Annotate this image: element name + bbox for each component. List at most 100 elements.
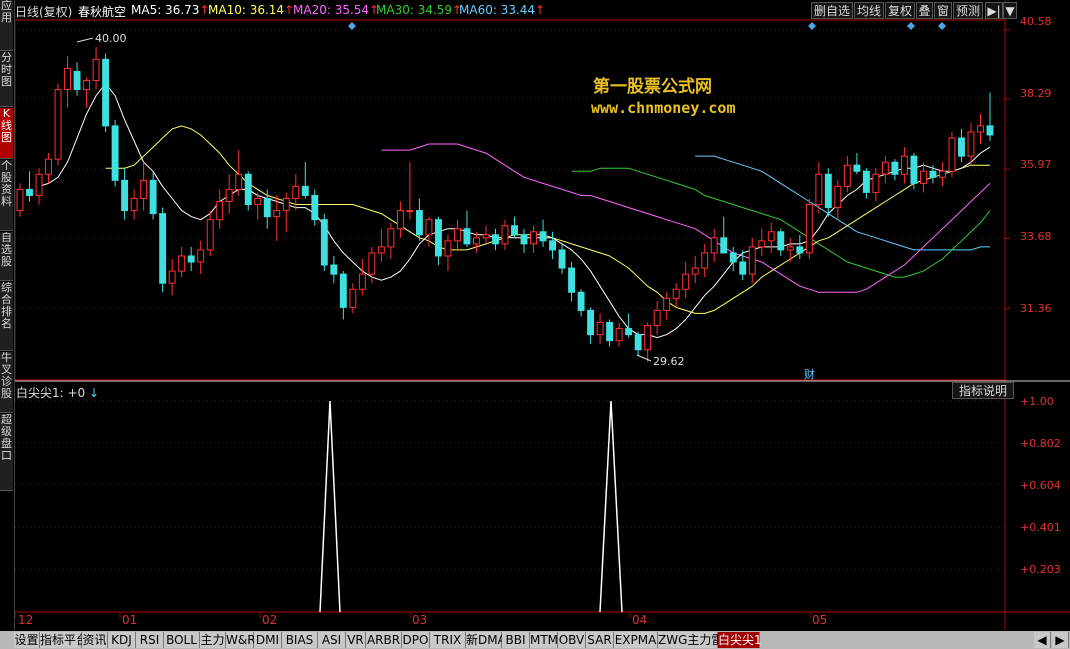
- tab-22[interactable]: 白尖尖1: [718, 632, 762, 648]
- toolbar-dropdown-icon[interactable]: ▼: [1003, 2, 1017, 19]
- candle-body: [206, 219, 214, 251]
- candle-body: [396, 210, 404, 230]
- indicator-tick: +0.604: [1020, 479, 1061, 492]
- ma5-line: [38, 82, 991, 339]
- candle-body: [758, 240, 766, 248]
- toolbar-button-3[interactable]: 叠: [916, 2, 933, 19]
- indicator-tabs: 设置 指标平台 资讯 KDJ RSI BOLL 主力 W&R DMI BIAS ASI VR ARBR D…: [0, 631, 1070, 649]
- tab-17[interactable]: MTM: [530, 632, 558, 648]
- candle-body: [26, 188, 33, 196]
- candle-body: [939, 170, 946, 178]
- month-label: 05: [812, 613, 828, 627]
- tab-scroll-right-icon[interactable]: ▶: [1052, 632, 1069, 648]
- candle-body: [121, 179, 129, 212]
- tab-6[interactable]: 主力: [200, 632, 226, 648]
- toolbar-button-4[interactable]: 窗: [934, 2, 952, 19]
- ma60-label: MA60: 33.44↑: [459, 3, 546, 17]
- tab-20[interactable]: EXPMA: [614, 632, 658, 648]
- candle-body: [748, 246, 756, 275]
- candle-body: [900, 155, 908, 175]
- indicator-tick: +0.802: [1020, 437, 1061, 450]
- nav-end-button[interactable]: ▶|: [985, 2, 1003, 19]
- tab-scroll-left-icon[interactable]: ◀: [1034, 632, 1051, 648]
- indicator-help-button[interactable]: 指标说明: [952, 382, 1014, 399]
- sidebar-item-1[interactable]: 分时图: [0, 52, 13, 107]
- candle-body: [530, 231, 537, 245]
- candle-body: [929, 170, 937, 178]
- tab-12[interactable]: ARBR: [366, 632, 402, 648]
- tab-19[interactable]: SAR: [586, 632, 614, 648]
- sidebar-item-5[interactable]: 综合排名: [0, 282, 13, 351]
- indicator-spike: [319, 400, 341, 613]
- ma30-label: MA30: 34.59↑: [376, 3, 463, 17]
- period-label[interactable]: 日线(复权): [15, 3, 72, 20]
- high-annotation: 40.00: [95, 32, 127, 45]
- tab-3[interactable]: KDJ: [108, 632, 136, 648]
- tab-11[interactable]: VR: [346, 632, 366, 648]
- tab-10[interactable]: ASI: [318, 632, 346, 648]
- tab-4[interactable]: RSI: [136, 632, 164, 648]
- tab-7[interactable]: W&R: [226, 632, 256, 648]
- sidebar-item-2[interactable]: K线图: [0, 108, 13, 159]
- diamond-marker-icon: [348, 22, 356, 30]
- indicator-title: 白尖尖1: +0 ↓: [16, 386, 100, 400]
- candle-body: [644, 325, 652, 351]
- tab-18[interactable]: OBV: [558, 632, 586, 648]
- tab-13[interactable]: DPO: [402, 632, 430, 648]
- candle-body: [225, 188, 233, 203]
- tab-16[interactable]: BBI: [502, 632, 530, 648]
- diamond-marker-icon: [907, 22, 915, 30]
- tab-2[interactable]: 资讯: [82, 632, 108, 648]
- candle-body: [663, 297, 671, 311]
- candle-body: [387, 228, 395, 248]
- candle-body: [558, 249, 566, 269]
- candle-body: [235, 173, 243, 190]
- candle-body: [273, 210, 281, 218]
- candle-body: [492, 234, 499, 245]
- toolbar-button-1[interactable]: 均线: [854, 2, 884, 19]
- indicator-tick: +0.401: [1020, 521, 1061, 534]
- left-sidebar: 应用 分时图 K线图 个股资料 自选股 综合排名 牛叉诊股 超级盘口: [0, 0, 15, 630]
- sidebar-item-0[interactable]: 应用: [0, 0, 13, 51]
- tab-8[interactable]: DMI: [254, 632, 282, 648]
- candle-body: [805, 204, 813, 254]
- tab-21[interactable]: ZWG主力雷达: [658, 632, 735, 648]
- candle-body: [834, 185, 842, 209]
- candle-body: [891, 161, 899, 175]
- candle-body: [292, 185, 300, 199]
- tab-1[interactable]: 指标平台: [40, 632, 88, 648]
- toolbar-button-2[interactable]: 复权: [885, 2, 915, 19]
- finance-marker[interactable]: 财: [804, 366, 815, 382]
- tab-5[interactable]: BOLL: [164, 632, 200, 648]
- candle-body: [244, 173, 252, 206]
- sidebar-item-3[interactable]: 个股资料: [0, 160, 13, 231]
- sidebar-item-4[interactable]: 自选股: [0, 232, 13, 281]
- toolbar-button-5[interactable]: 预测: [953, 2, 983, 19]
- diamond-marker-icon: [808, 22, 816, 30]
- candle-body: [967, 131, 975, 157]
- candle-body: [520, 234, 528, 245]
- tab-9[interactable]: BIAS: [282, 632, 318, 648]
- toolbar-button-0[interactable]: 删自选: [811, 2, 853, 19]
- candle-body: [634, 334, 642, 351]
- candle-body: [767, 231, 775, 242]
- sidebar-item-6[interactable]: 牛叉诊股: [0, 352, 13, 413]
- tab-0[interactable]: 设置: [14, 632, 40, 648]
- candle-body: [178, 255, 186, 272]
- sidebar-item-7[interactable]: 超级盘口: [0, 414, 13, 491]
- tab-15[interactable]: 新DMA: [466, 632, 506, 648]
- candle-body: [986, 125, 994, 136]
- high-leader-line: [76, 37, 94, 43]
- price-tick: 31.36: [1020, 302, 1052, 315]
- candle-body: [406, 210, 414, 213]
- candle-body: [149, 179, 157, 215]
- price-tick: 35.97: [1020, 158, 1052, 171]
- candle-body: [168, 270, 176, 284]
- candle-body: [796, 246, 804, 254]
- candle-body: [301, 185, 309, 196]
- candle-body: [187, 255, 195, 263]
- tab-14[interactable]: TRIX: [430, 632, 466, 648]
- candle-body: [102, 58, 110, 127]
- candle-body: [368, 252, 376, 275]
- kline-chart[interactable]: [15, 0, 1070, 630]
